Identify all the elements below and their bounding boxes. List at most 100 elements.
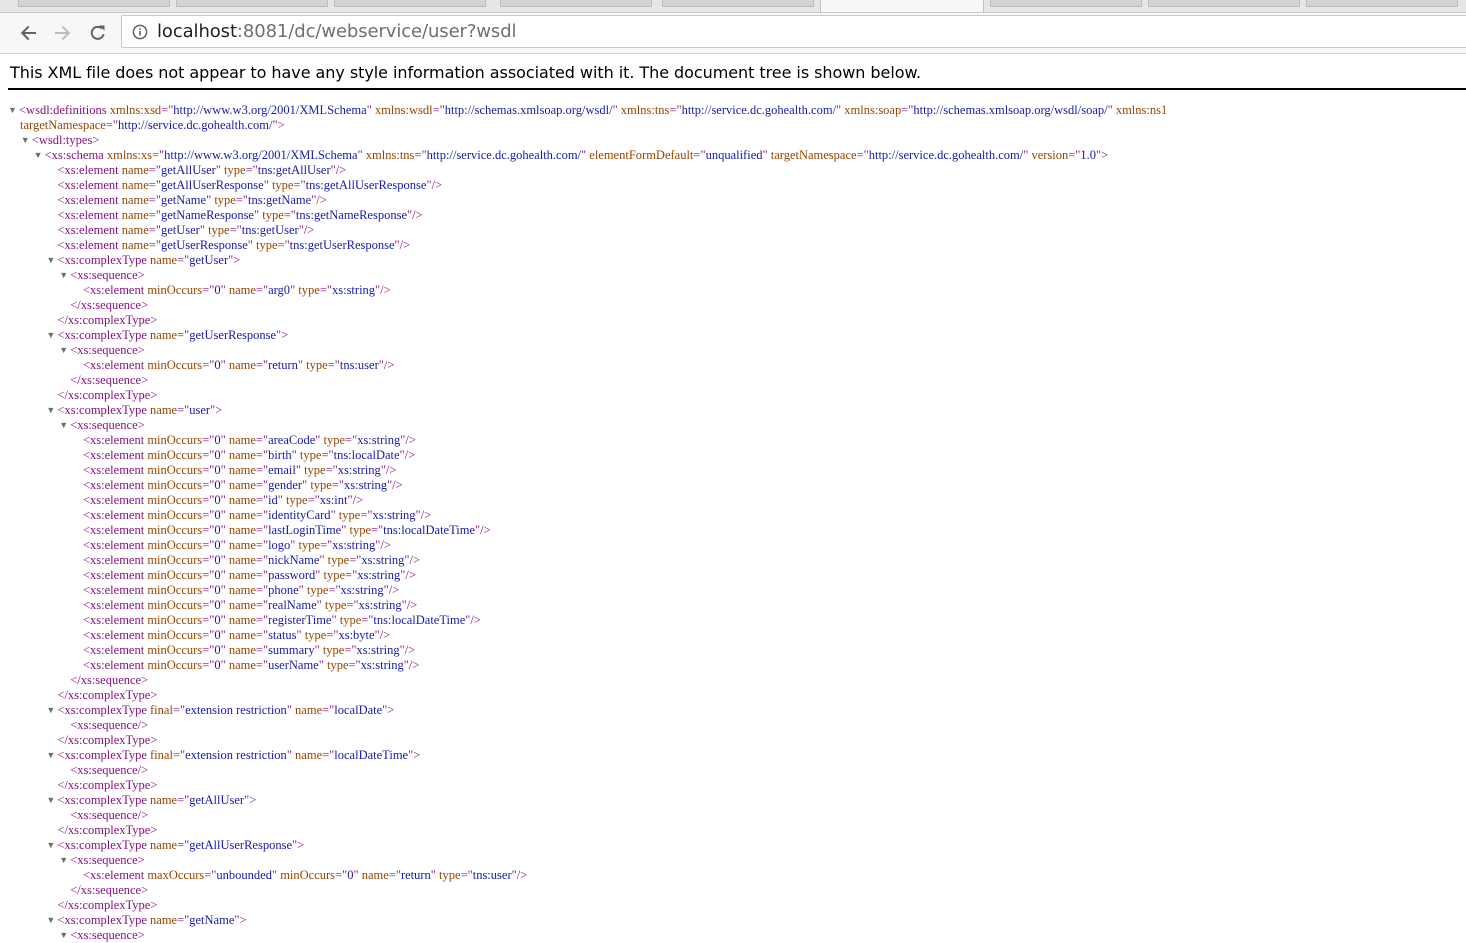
xml-punct: > bbox=[215, 403, 223, 417]
xml-attr-name: minOccurs bbox=[144, 448, 203, 462]
reload-button[interactable] bbox=[84, 19, 112, 47]
xml-attr-value: arg0 bbox=[268, 283, 291, 297]
collapse-toggle-icon[interactable]: ▼ bbox=[46, 253, 57, 268]
forward-button[interactable] bbox=[49, 19, 77, 47]
xml-attr-value: phone bbox=[268, 583, 299, 597]
xml-attr-name: type bbox=[321, 598, 347, 612]
xml-attr-value: birth bbox=[268, 448, 292, 462]
browser-tab[interactable] bbox=[1148, 0, 1300, 7]
xml-punct: /> bbox=[383, 358, 395, 372]
xml-punct: =" bbox=[326, 628, 339, 642]
collapse-toggle-icon[interactable]: ▼ bbox=[46, 913, 57, 928]
xml-punct: =" bbox=[901, 103, 914, 117]
xml-attr-value: logo bbox=[268, 538, 291, 552]
browser-tab[interactable] bbox=[500, 0, 652, 7]
xml-punct: > bbox=[281, 328, 289, 342]
xml-attr-value: tns:getUser bbox=[241, 223, 299, 237]
xml-attr-name: name bbox=[225, 568, 256, 582]
xml-attr-value: tns:getUserResponse bbox=[289, 238, 395, 252]
collapse-toggle-icon[interactable]: ▼ bbox=[21, 133, 32, 148]
xml-attr-name: type bbox=[335, 508, 361, 522]
xml-attr-value: tns:user bbox=[472, 868, 512, 882]
collapse-toggle-icon[interactable]: ▼ bbox=[59, 343, 70, 358]
xml-line: ▼ <xs:complexType name="getName"> bbox=[46, 913, 246, 928]
xml-punct: =" bbox=[235, 193, 248, 207]
xml-punct: > bbox=[239, 913, 247, 927]
xml-tag-name: <xs:element bbox=[83, 568, 145, 582]
xml-line: <xs:element minOccurs="0" name="realName… bbox=[72, 598, 417, 613]
xml-punct: /> bbox=[392, 478, 403, 492]
collapse-toggle-icon[interactable]: ▼ bbox=[46, 328, 57, 343]
address-bar[interactable]: localhost:8081/dc/webservice/user?wsdl bbox=[121, 15, 1466, 48]
browser-tab[interactable] bbox=[1306, 0, 1458, 7]
xml-attr-name: type bbox=[307, 478, 332, 492]
xml-punct: =" bbox=[255, 628, 269, 642]
xml-punct: /> bbox=[137, 718, 149, 732]
browser-tab[interactable] bbox=[990, 0, 1142, 7]
collapse-toggle-icon[interactable]: ▼ bbox=[46, 748, 57, 763]
xml-line: ▼ <xs:complexType name="getAllUserRespons… bbox=[46, 838, 304, 853]
collapse-toggle-icon[interactable]: ▼ bbox=[46, 403, 57, 418]
xml-attr-value: xs:string bbox=[361, 553, 405, 567]
xml-tag-name: <xs:element bbox=[83, 538, 145, 552]
xml-tag-name: <xs:element bbox=[57, 223, 119, 237]
xml-punct: /> bbox=[379, 628, 391, 642]
xml-punct: =" bbox=[202, 598, 215, 612]
xml-punct: =" bbox=[255, 553, 269, 567]
xml-line: <xs:element name="getUser" type="tns:get… bbox=[46, 223, 314, 238]
xml-punct: /> bbox=[412, 208, 423, 222]
xml-line: <xs:element minOccurs="0" name="register… bbox=[72, 613, 481, 628]
xml-attr-value: xs:string bbox=[357, 568, 401, 582]
xml-line: </xs:complexType> bbox=[46, 388, 157, 403]
xml-punct: =" bbox=[229, 223, 242, 237]
xml-line: <xs:element name="getAllUser" type="tns:… bbox=[46, 163, 346, 178]
xml-tag-name: <xs:element bbox=[83, 868, 145, 882]
collapse-toggle-icon[interactable]: ▼ bbox=[34, 148, 45, 163]
xml-line: </xs:complexType> bbox=[46, 688, 157, 703]
collapse-toggle-icon[interactable]: ▼ bbox=[46, 703, 57, 718]
xml-tag-name: <xs:element bbox=[83, 583, 145, 597]
back-button[interactable] bbox=[14, 19, 42, 47]
xml-close-tag: </xs:sequence> bbox=[70, 883, 149, 897]
xml-tag-name: <wsdl:definitions bbox=[19, 103, 107, 117]
xml-punct: =" bbox=[202, 283, 215, 297]
browser-tab[interactable] bbox=[334, 0, 486, 7]
collapse-toggle-icon[interactable]: ▼ bbox=[59, 928, 70, 943]
xml-attr-name: name bbox=[225, 553, 256, 567]
collapse-toggle-icon[interactable]: ▼ bbox=[46, 838, 57, 853]
xml-punct: > bbox=[387, 703, 395, 717]
xml-attr-value: return bbox=[268, 358, 298, 372]
browser-tab-active[interactable] bbox=[820, 0, 984, 12]
xml-attr-name: name bbox=[225, 538, 256, 552]
xml-attr-name: name bbox=[225, 448, 256, 462]
xml-line: </xs:sequence> bbox=[59, 673, 148, 688]
xml-tag-name: <xs:complexType bbox=[57, 328, 147, 342]
xml-line: <xs:element name="getAllUserResponse" ty… bbox=[46, 178, 442, 193]
xml-attr-value: xs:int bbox=[319, 493, 348, 507]
xml-punct: =" bbox=[172, 703, 186, 717]
browser-tab[interactable] bbox=[18, 0, 170, 7]
xml-attr-name: version bbox=[1028, 148, 1069, 162]
tab-strip bbox=[0, 0, 1466, 13]
xml-punct: > bbox=[297, 838, 305, 852]
xml-line: ▼ <xs:complexType name="user"> bbox=[46, 403, 222, 418]
forward-arrow-icon bbox=[55, 25, 71, 41]
collapse-toggle-icon[interactable]: ▼ bbox=[59, 853, 70, 868]
xml-attr-name: minOccurs bbox=[144, 658, 203, 672]
browser-tab[interactable] bbox=[176, 0, 328, 7]
browser-tab[interactable] bbox=[662, 0, 814, 7]
xml-attr-value: tns:getNameResponse bbox=[295, 208, 407, 222]
collapse-toggle-icon[interactable]: ▼ bbox=[8, 103, 19, 118]
xml-attr-name: minOccurs bbox=[144, 568, 203, 582]
collapse-toggle-icon[interactable]: ▼ bbox=[59, 418, 70, 433]
info-icon[interactable] bbox=[132, 24, 148, 40]
collapse-toggle-icon[interactable]: ▼ bbox=[46, 793, 57, 808]
xml-attr-name: name bbox=[146, 253, 178, 267]
xml-attr-name: name bbox=[146, 913, 178, 927]
collapse-toggle-icon[interactable]: ▼ bbox=[59, 268, 70, 283]
xml-line: <xs:element minOccurs="0" name="password… bbox=[72, 568, 416, 583]
xml-tag-name: <xs:element bbox=[83, 478, 145, 492]
xml-punct: =" bbox=[152, 148, 165, 162]
url-text[interactable]: localhost:8081/dc/webservice/user?wsdl bbox=[157, 21, 517, 42]
reload-icon bbox=[90, 25, 105, 40]
